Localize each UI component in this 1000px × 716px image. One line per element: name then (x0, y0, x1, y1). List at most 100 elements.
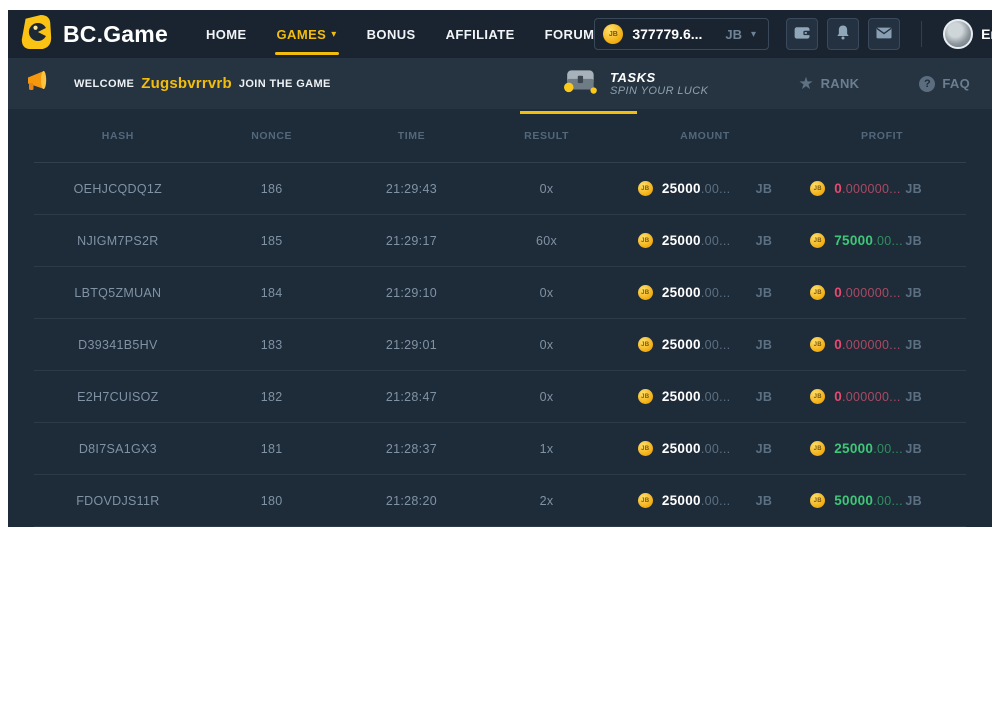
cell-nonce: 184 (202, 286, 342, 300)
amount-unit: JB (756, 338, 773, 352)
cell-amount: JB 25000.00... JB (612, 285, 798, 300)
cell-result: 1x (481, 442, 611, 456)
wallet-icon (792, 22, 813, 46)
coin-icon: JB (810, 337, 825, 352)
profit-unit: JB (905, 182, 922, 196)
coin-icon: JB (638, 389, 653, 404)
cell-amount: JB 25000.00... JB (612, 389, 798, 404)
notifications-button[interactable] (827, 18, 859, 50)
star-icon: ★ (798, 75, 813, 92)
cell-amount: JB 25000.00... JB (612, 493, 798, 508)
cell-time: 21:29:10 (342, 286, 482, 300)
cell-hash[interactable]: D39341B5HV (34, 338, 202, 352)
cell-hash[interactable]: NJIGM7PS2R (34, 234, 202, 248)
banner-right: TASKS SPIN YOUR LUCK ★ RANK ? FAQ (564, 66, 970, 101)
bets-table: HASH NONCE TIME RESULT AMOUNT PROFIT OEH… (8, 109, 992, 527)
cell-profit: JB 25000.00... JB (798, 441, 966, 456)
coin-icon: JB (638, 181, 653, 196)
user-menu[interactable]: Enkidua ▾ (943, 19, 1000, 49)
logo-icon (18, 13, 54, 56)
nav-item-label: FORUM (545, 27, 595, 42)
nav-right: JB 377779.6... JB ▾ (594, 18, 1000, 50)
amount-unit: JB (756, 182, 773, 196)
cell-result: 60x (481, 234, 611, 248)
nav-item-forum[interactable]: FORUM (545, 10, 595, 58)
logo[interactable]: BC.Game (18, 13, 168, 56)
nav-item-affiliate[interactable]: AFFILIATE (446, 10, 515, 58)
header-time[interactable]: TIME (342, 130, 482, 142)
coin-icon: JB (810, 389, 825, 404)
cell-time: 21:29:01 (342, 338, 482, 352)
cell-profit: JB 0.000000... JB (798, 389, 966, 404)
nav-item-games[interactable]: GAMES ▾ (277, 10, 337, 58)
active-tab-indicator (520, 111, 637, 114)
cell-time: 21:29:17 (342, 234, 482, 248)
welcome-suffix: JOIN THE GAME (239, 78, 331, 90)
cell-time: 21:28:20 (342, 494, 482, 508)
cell-nonce: 183 (202, 338, 342, 352)
cell-nonce: 181 (202, 442, 342, 456)
coin-icon: JB (810, 493, 825, 508)
cell-hash[interactable]: D8I7SA1GX3 (34, 442, 202, 456)
cell-amount: JB 25000.00... JB (612, 337, 798, 352)
cell-time: 21:29:43 (342, 182, 482, 196)
logo-title: BC.Game (63, 21, 168, 48)
cell-amount: JB 25000.00... JB (612, 233, 798, 248)
header-profit[interactable]: PROFIT (798, 130, 966, 142)
table-row[interactable]: FDOVDJS11R 180 21:28:20 2x JB 25000.00..… (34, 475, 966, 527)
chevron-down-icon: ▾ (331, 29, 336, 40)
envelope-icon (874, 23, 894, 46)
welcome-username: Zugsbvrrvrb (141, 75, 232, 92)
welcome-text: WELCOME Zugsbvrrvrb JOIN THE GAME (74, 75, 331, 92)
table-row[interactable]: E2H7CUISOZ 182 21:28:47 0x JB 25000.00..… (34, 371, 966, 423)
nav-item-home[interactable]: HOME (206, 10, 247, 58)
cell-nonce: 186 (202, 182, 342, 196)
profit-unit: JB (905, 494, 922, 508)
header-hash[interactable]: HASH (34, 130, 202, 142)
announcement-banner: WELCOME Zugsbvrrvrb JOIN THE GAME TA (8, 58, 992, 109)
bets-panel: HASH NONCE TIME RESULT AMOUNT PROFIT OEH… (8, 109, 992, 527)
coin-icon: JB (810, 233, 825, 248)
balance-selector[interactable]: JB 377779.6... JB ▾ (594, 18, 769, 50)
table-row[interactable]: D39341B5HV 183 21:29:01 0x JB 25000.00..… (34, 319, 966, 371)
cell-nonce: 180 (202, 494, 342, 508)
rank-button[interactable]: ★ RANK (798, 75, 859, 92)
username: Enkidua (981, 26, 1000, 42)
chevron-down-icon: ▾ (751, 29, 756, 40)
wallet-button[interactable] (786, 18, 818, 50)
table-row[interactable]: NJIGM7PS2R 185 21:29:17 60x JB 25000.00.… (34, 215, 966, 267)
banner-left: WELCOME Zugsbvrrvrb JOIN THE GAME (22, 69, 331, 98)
coin-icon: JB (810, 441, 825, 456)
tasks-subtitle: SPIN YOUR LUCK (610, 85, 708, 97)
cell-hash[interactable]: FDOVDJS11R (34, 494, 202, 508)
table-row[interactable]: OEHJCQDQ1Z 186 21:29:43 0x JB 25000.00..… (34, 163, 966, 215)
cell-result: 0x (481, 338, 611, 352)
cell-hash[interactable]: OEHJCQDQ1Z (34, 182, 202, 196)
cell-time: 21:28:47 (342, 390, 482, 404)
cell-hash[interactable]: LBTQ5ZMUAN (34, 286, 202, 300)
table-row[interactable]: D8I7SA1GX3 181 21:28:37 1x JB 25000.00..… (34, 423, 966, 475)
amount-unit: JB (756, 494, 773, 508)
header-nonce[interactable]: NONCE (202, 130, 342, 142)
coin-icon: JB (638, 337, 653, 352)
messages-button[interactable] (868, 18, 900, 50)
cell-profit: JB 50000.00... JB (798, 493, 966, 508)
amount-unit: JB (756, 442, 773, 456)
cell-result: 2x (481, 494, 611, 508)
coin-icon: JB (810, 285, 825, 300)
cell-result: 0x (481, 390, 611, 404)
cell-hash[interactable]: E2H7CUISOZ (34, 390, 202, 404)
faq-button[interactable]: ? FAQ (919, 76, 970, 92)
table-row[interactable]: LBTQ5ZMUAN 184 21:29:10 0x JB 25000.00..… (34, 267, 966, 319)
divider (921, 21, 922, 47)
cell-nonce: 182 (202, 390, 342, 404)
tasks-labels: TASKS SPIN YOUR LUCK (610, 70, 708, 97)
profit-unit: JB (905, 390, 922, 404)
tasks-widget[interactable]: TASKS SPIN YOUR LUCK (564, 66, 708, 101)
cell-amount: JB 25000.00... JB (612, 181, 798, 196)
header-amount[interactable]: AMOUNT (612, 130, 798, 142)
header-result[interactable]: RESULT (481, 130, 611, 142)
amount-unit: JB (756, 234, 773, 248)
nav-item-bonus[interactable]: BONUS (367, 10, 416, 58)
profit-unit: JB (905, 286, 922, 300)
